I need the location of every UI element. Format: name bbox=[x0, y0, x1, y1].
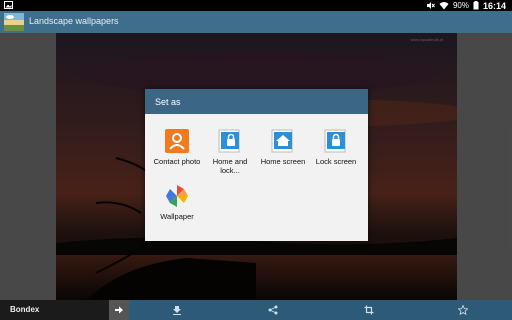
dialog-title: Set as bbox=[145, 89, 368, 114]
next-button[interactable] bbox=[109, 300, 129, 320]
option-lock-screen[interactable]: Lock screen bbox=[309, 128, 363, 166]
share-icon[interactable] bbox=[268, 305, 278, 315]
option-label: Home screen bbox=[260, 157, 306, 166]
page-title: Landscape wallpapers bbox=[29, 16, 119, 26]
album-label: Bondex bbox=[10, 305, 40, 314]
crop-icon[interactable] bbox=[364, 305, 374, 315]
option-home-and-lock[interactable]: Home and lock... bbox=[204, 128, 256, 175]
status-bar: 90% 16:14 bbox=[0, 0, 512, 11]
option-label: Home and lock... bbox=[212, 157, 248, 175]
lock-icon bbox=[323, 128, 349, 154]
bottom-bar: Bondex bbox=[0, 300, 512, 320]
arrow-right-icon bbox=[115, 306, 123, 314]
home-icon bbox=[270, 128, 296, 154]
option-home-screen[interactable]: Home screen bbox=[257, 128, 309, 166]
pinwheel-icon bbox=[164, 183, 190, 209]
option-label: Lock screen bbox=[315, 157, 357, 166]
set-as-dialog: Set as Contact photo Home and lock... Ho… bbox=[145, 89, 368, 241]
app-icon[interactable] bbox=[4, 13, 24, 31]
contact-icon bbox=[164, 128, 190, 154]
status-icons: 90% 16:14 bbox=[426, 0, 506, 11]
home-lock-icon bbox=[217, 128, 243, 154]
battery-icon bbox=[473, 1, 479, 10]
album-selector[interactable]: Bondex bbox=[0, 300, 109, 320]
option-label: Wallpaper bbox=[160, 212, 194, 221]
clock: 16:14 bbox=[482, 0, 506, 11]
battery-percent: 90% bbox=[452, 1, 469, 10]
option-wallpaper[interactable]: Wallpaper bbox=[151, 183, 203, 221]
mute-icon bbox=[426, 2, 435, 9]
option-contact-photo[interactable]: Contact photo bbox=[151, 128, 203, 166]
action-bar: Landscape wallpapers bbox=[0, 11, 512, 33]
download-icon[interactable] bbox=[172, 305, 182, 315]
wifi-icon bbox=[439, 2, 449, 10]
star-icon[interactable] bbox=[458, 305, 468, 315]
option-label: Contact photo bbox=[153, 157, 201, 166]
gallery-icon bbox=[4, 1, 13, 9]
